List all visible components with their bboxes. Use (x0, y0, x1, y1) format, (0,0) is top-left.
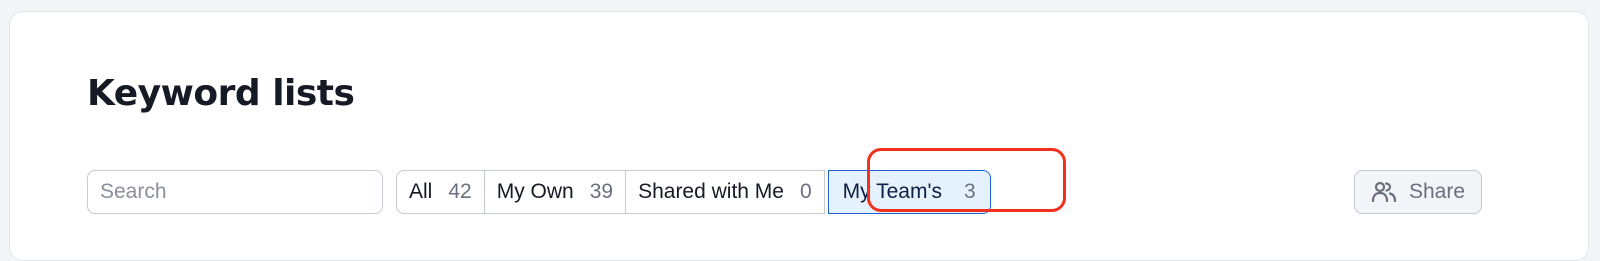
page-title: Keyword lists (87, 73, 355, 114)
users-icon (1371, 181, 1397, 203)
tab-count: 42 (448, 180, 472, 203)
tab-my-own[interactable]: My Own 39 (483, 170, 627, 214)
keyword-lists-card: Keyword lists All 42 My Own 39 Shared wi… (9, 11, 1589, 261)
search-box (87, 170, 383, 214)
tab-count: 39 (589, 180, 614, 203)
tab-label: All (409, 180, 433, 203)
filter-tabs: All 42 My Own 39 Shared with Me 0 My Tea… (396, 170, 991, 214)
tab-my-teams[interactable]: My Team's 3 (827, 170, 991, 214)
share-button[interactable]: Share (1354, 170, 1482, 214)
tab-label: My Team's (842, 180, 942, 203)
tab-label: Shared with Me (638, 180, 784, 203)
tab-label: My Own (496, 180, 574, 203)
search-input[interactable] (88, 171, 382, 213)
tab-all[interactable]: All 42 (396, 170, 485, 214)
tab-shared-with-me[interactable]: Shared with Me 0 (625, 170, 825, 214)
tab-count: 0 (799, 180, 812, 203)
share-label: Share (1408, 180, 1466, 203)
tab-count: 3 (963, 180, 976, 203)
